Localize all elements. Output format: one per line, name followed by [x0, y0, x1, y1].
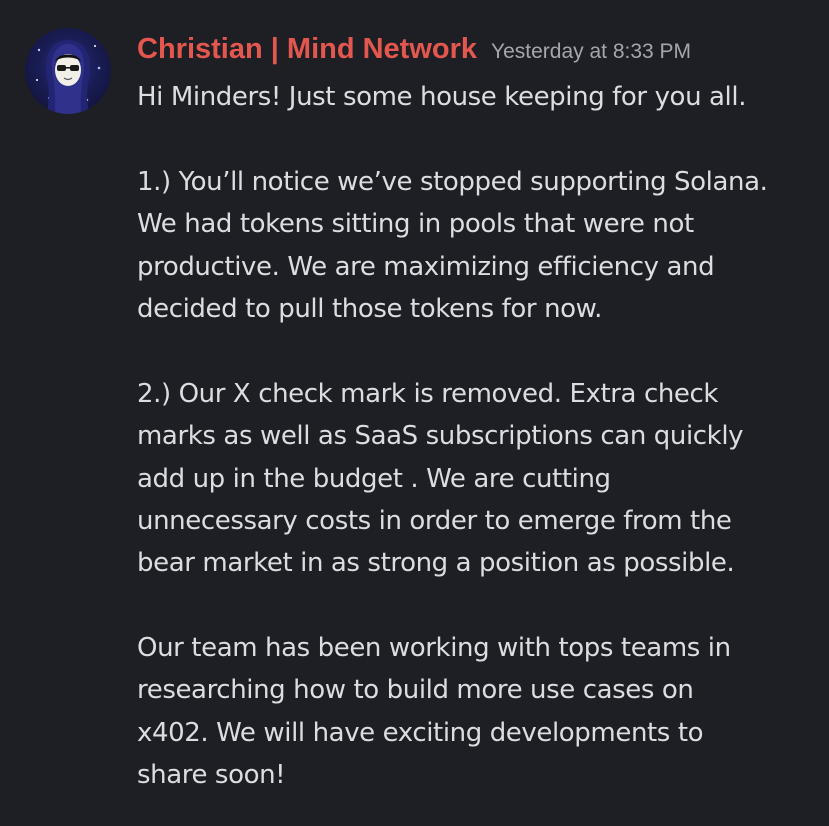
message-line: decided to pull those tokens for now.: [137, 293, 602, 324]
author-name[interactable]: Christian | Mind Network: [137, 33, 477, 65]
message-line: unnecessary costs in order to emerge fro…: [137, 505, 732, 536]
message-line: Hi Minders! Just some house keeping for …: [137, 82, 747, 112]
message-line: 2.) Our X check mark is removed. Extra c…: [137, 378, 719, 409]
message-header: Christian | Mind Network Yesterday at 8:3…: [137, 33, 691, 66]
message-line: add up in the budget . We are cutting: [137, 463, 611, 494]
message-line: x402. We will have exciting developments…: [137, 717, 704, 748]
message-line: marks as well as SaaS subscriptions can …: [137, 421, 744, 452]
hooded-figure-icon: [36, 40, 101, 114]
message-body: Hi Minders! Just some house keeping for …: [137, 76, 817, 797]
user-avatar[interactable]: [25, 28, 111, 114]
message-line: We had tokens sitting in pools that were…: [137, 209, 694, 240]
chat-message: Christian | Mind Network Yesterday at 8:3…: [0, 0, 829, 826]
message-line: Our team has been working with tops team…: [137, 633, 731, 664]
message-line: productive. We are maximizing efficiency…: [137, 251, 715, 282]
message-line: researching how to build more use cases …: [137, 675, 694, 706]
message-line: bear market in as strong a position as p…: [137, 548, 735, 579]
message-line: 1.) You’ll notice we’ve stopped supporti…: [137, 166, 768, 197]
message-line: share soon!: [137, 760, 286, 791]
message-timestamp[interactable]: Yesterday at 8:33 PM: [491, 40, 691, 63]
